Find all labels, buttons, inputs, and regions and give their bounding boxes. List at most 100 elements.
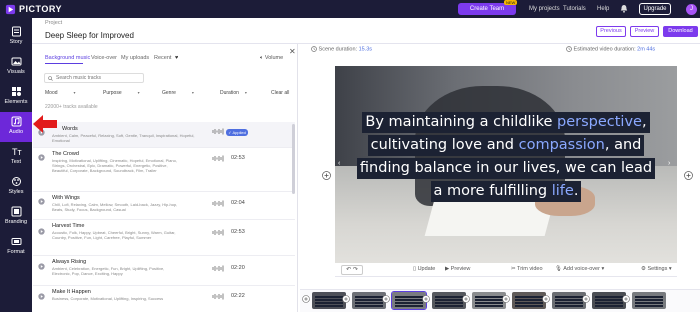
add-scene-icon[interactable] bbox=[582, 295, 590, 303]
thumbnail-caption-line bbox=[635, 302, 663, 304]
add-voice-label: Add voice-over bbox=[563, 266, 600, 272]
add-scene-icon[interactable] bbox=[502, 295, 510, 303]
waveform-icon bbox=[212, 265, 224, 272]
caption-line-box: a more fulfilling life. bbox=[430, 181, 582, 202]
audio-icon bbox=[11, 116, 21, 127]
volume-control[interactable]: 🔈︎ Volume bbox=[260, 55, 283, 62]
settings-button[interactable]: ⚙ Settings ▾ bbox=[641, 266, 672, 272]
thumbnail-caption-line bbox=[635, 299, 663, 301]
tab-recent[interactable]: Recent bbox=[154, 55, 171, 61]
filter-genre[interactable]: Genre ▾ bbox=[162, 90, 194, 96]
track-tags: Chill, Lofi, Relaxing, Calm, Mellow, Smo… bbox=[52, 202, 178, 212]
nav-label-format: Format bbox=[7, 249, 25, 255]
my-projects-link[interactable]: My projects bbox=[529, 4, 560, 14]
update-button[interactable]: ▯ Update bbox=[413, 266, 435, 272]
tab-my-uploads[interactable]: My uploads bbox=[121, 55, 149, 61]
track-title: Harvest Time bbox=[52, 223, 85, 229]
scene-duration-value: 15.3s bbox=[358, 46, 373, 53]
nav-label-audio: Audio bbox=[8, 129, 24, 135]
track-tags: Business, Corporate, Motivational, Uplif… bbox=[52, 296, 164, 301]
project-title[interactable]: Deep Sleep for Improved bbox=[45, 31, 134, 40]
previous-button[interactable]: Previous bbox=[596, 26, 626, 37]
heart-icon[interactable]: ♥ bbox=[175, 55, 178, 61]
scene-thumbnail[interactable] bbox=[632, 292, 666, 309]
trim-video-button[interactable]: ✂ Trim video bbox=[511, 266, 543, 272]
nav-item-story[interactable]: Story bbox=[0, 22, 32, 52]
add-scene-icon[interactable] bbox=[622, 295, 630, 303]
visuals-icon bbox=[11, 57, 21, 66]
add-scene-icon[interactable] bbox=[382, 295, 390, 303]
caption-text: , and bbox=[604, 137, 642, 153]
add-scene-icon[interactable] bbox=[462, 295, 470, 303]
avatar[interactable]: J bbox=[686, 4, 697, 15]
scene-thumbnail[interactable] bbox=[592, 292, 626, 309]
nav-item-styles[interactable]: Styles bbox=[0, 172, 32, 202]
scene-thumbnail[interactable] bbox=[432, 292, 466, 309]
caption-line-box: By maintaining a childlike perspective, bbox=[362, 112, 650, 133]
scene-thumbnail[interactable] bbox=[552, 292, 586, 309]
thumbnail-caption-line bbox=[555, 305, 583, 307]
filter-duration[interactable]: Duration ▾ bbox=[220, 90, 247, 96]
nav-item-branding[interactable]: Branding bbox=[0, 202, 32, 232]
scene-thumbnail[interactable] bbox=[312, 292, 346, 309]
play-icon[interactable] bbox=[38, 293, 45, 300]
caption-line: a more fulfilling life. bbox=[335, 180, 677, 203]
nav-item-visuals[interactable]: Visuals bbox=[0, 52, 32, 82]
scene-thumbnail[interactable] bbox=[472, 292, 506, 309]
play-icon[interactable] bbox=[38, 228, 45, 235]
add-scene-icon[interactable] bbox=[542, 295, 550, 303]
clear-all-link[interactable]: Clear all bbox=[271, 90, 289, 96]
new-badge: NEW bbox=[504, 0, 518, 5]
scene-thumbnail[interactable] bbox=[352, 292, 386, 309]
preview-button[interactable]: Preview bbox=[630, 26, 659, 37]
redo-icon[interactable]: ↷ bbox=[353, 267, 358, 273]
undo-icon[interactable]: ↶ bbox=[346, 267, 351, 273]
undo-redo-control[interactable]: ↶ ↷ bbox=[341, 265, 363, 275]
waveform-icon bbox=[212, 200, 224, 207]
add-voice-over-button[interactable]: 🎙︎ Add voice-over ▾ bbox=[555, 266, 604, 272]
play-icon[interactable] bbox=[38, 154, 45, 161]
add-scene-before-icon[interactable] bbox=[322, 171, 331, 180]
upgrade-button[interactable]: Upgrade bbox=[639, 3, 671, 15]
bell-icon[interactable] bbox=[620, 4, 628, 13]
play-icon[interactable] bbox=[38, 198, 45, 205]
help-link[interactable]: Help bbox=[597, 4, 609, 14]
thumbnail-caption-line bbox=[475, 299, 503, 301]
canvas-toolbar: ↶ ↷ ▯ Update ▶ Preview ✂ Trim video 🎙︎ A… bbox=[335, 263, 677, 277]
thumbnail-caption-line bbox=[515, 296, 543, 298]
add-scene-icon[interactable] bbox=[342, 295, 350, 303]
tab-voice-over[interactable]: Voice-over bbox=[91, 55, 117, 61]
search-box[interactable] bbox=[44, 73, 144, 83]
track-duration: 02:53 bbox=[231, 155, 245, 161]
track-tags: Ambient, Calm, Peaceful, Relaxing, Soft,… bbox=[52, 133, 195, 143]
download-button[interactable]: Download bbox=[663, 26, 698, 37]
play-icon[interactable] bbox=[38, 263, 45, 270]
caption-highlight-word: perspective bbox=[557, 114, 642, 130]
add-scene-icon[interactable] bbox=[422, 295, 430, 303]
scene-thumbnail[interactable] bbox=[391, 291, 427, 310]
thumbnail-caption-line bbox=[395, 299, 423, 301]
filter-purpose[interactable]: Purpose ▾ bbox=[103, 90, 140, 96]
add-scene-after-icon[interactable] bbox=[684, 171, 693, 180]
search-input[interactable] bbox=[56, 74, 142, 82]
panel-scrollbar[interactable] bbox=[292, 124, 295, 194]
filter-mood[interactable]: Mood ▾ bbox=[45, 90, 76, 96]
nav-item-format[interactable]: Format bbox=[0, 232, 32, 262]
close-icon[interactable]: ✕ bbox=[289, 47, 296, 56]
nav-item-text[interactable]: Tт Text bbox=[0, 142, 32, 172]
video-canvas[interactable]: By maintaining a childlike perspective, c… bbox=[335, 66, 677, 263]
applied-badge[interactable]: ✓ Applied bbox=[226, 129, 248, 136]
nav-item-audio[interactable]: Audio bbox=[0, 112, 32, 142]
chevron-right-icon[interactable]: › bbox=[668, 160, 670, 167]
scene-caption[interactable]: By maintaining a childlike perspective, c… bbox=[335, 111, 677, 203]
logo[interactable]: PICTORY bbox=[5, 3, 62, 15]
pictory-logo-icon bbox=[5, 4, 16, 14]
chevron-left-icon[interactable]: ‹ bbox=[338, 160, 340, 167]
scene-thumbnail[interactable] bbox=[512, 292, 546, 309]
tutorials-link[interactable]: Tutorials bbox=[563, 4, 586, 14]
tab-background-music[interactable]: Background music bbox=[45, 55, 90, 61]
add-scene-icon[interactable] bbox=[302, 295, 310, 303]
text-icon: Tт bbox=[12, 147, 22, 157]
nav-item-elements[interactable]: Elements bbox=[0, 82, 32, 112]
preview-scene-button[interactable]: ▶ Preview bbox=[445, 266, 470, 272]
